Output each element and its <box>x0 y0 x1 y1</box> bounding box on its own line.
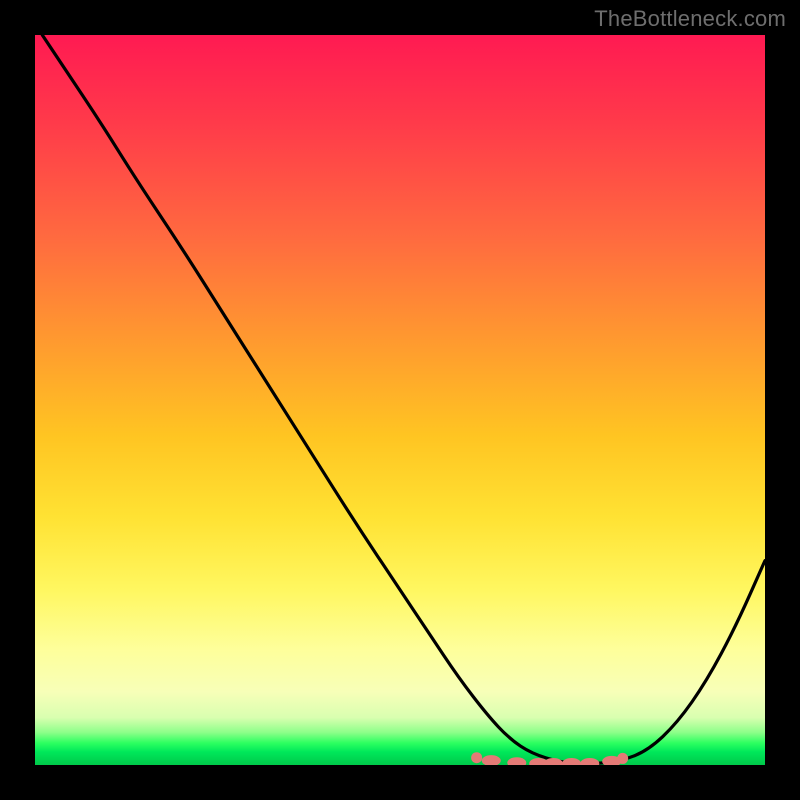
valley-markers <box>471 752 628 765</box>
chart-frame: TheBottleneck.com <box>0 0 800 800</box>
bottleneck-curve <box>42 35 765 763</box>
plot-svg <box>35 35 765 765</box>
valley-marker <box>482 755 501 765</box>
watermark-text: TheBottleneck.com <box>594 6 786 32</box>
plot-area <box>35 35 765 765</box>
valley-marker <box>507 757 526 765</box>
valley-marker <box>562 758 581 765</box>
valley-marker <box>617 753 628 764</box>
valley-marker <box>580 758 599 765</box>
valley-marker <box>471 752 482 763</box>
